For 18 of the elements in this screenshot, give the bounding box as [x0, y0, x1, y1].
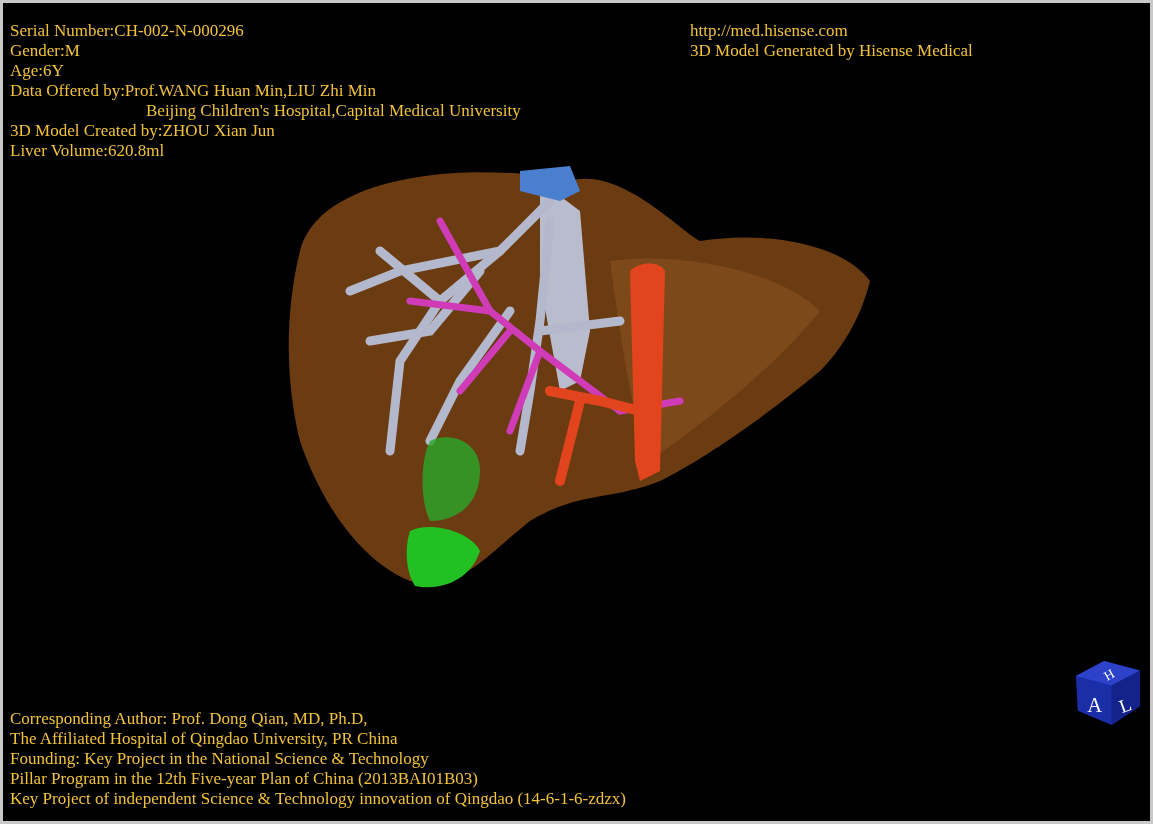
cube-label: H: [1100, 665, 1117, 684]
info-text: 3D Model Created by:ZHOU Xian Jun: [10, 121, 276, 141]
cube-label: A: [1086, 693, 1102, 716]
info-text: Serial Number:CH-002-N-000296: [10, 21, 245, 41]
credit-text: Key Project of independent Science & Technology innovation of Qingdao (14-6-1-6-zdzx): [10, 789, 627, 809]
credit-text: Corresponding Author: Prof. Dong Qian, MD, Ph.D,: [10, 709, 369, 729]
info-text: Gender:M: [10, 41, 81, 61]
cube-label: L: [1115, 693, 1134, 717]
generator-text: 3D Model Generated by Hisense Medical: [690, 41, 973, 61]
info-text: Data Offered by:Prof.WANG Huan Min,LIU Zhi Min: [10, 81, 378, 101]
info-text: Liver Volume:620.8ml: [10, 141, 166, 161]
credit-text: Founding: Key Project in the National Science & Technology: [10, 749, 430, 769]
orientation-cube-icon[interactable]: [1075, 661, 1140, 725]
info-text: Beijing Children's Hospital,Capital Medical University: [145, 101, 522, 121]
generator-text: http://med.hisense.com: [690, 21, 849, 41]
credit-text: The Affiliated Hospital of Qingdao University, PR China: [10, 729, 399, 749]
credit-text: Pillar Program in the 12th Five-year Plan of China (2013BAI01B03): [10, 769, 479, 789]
info-text: Age:6Y: [10, 61, 65, 81]
